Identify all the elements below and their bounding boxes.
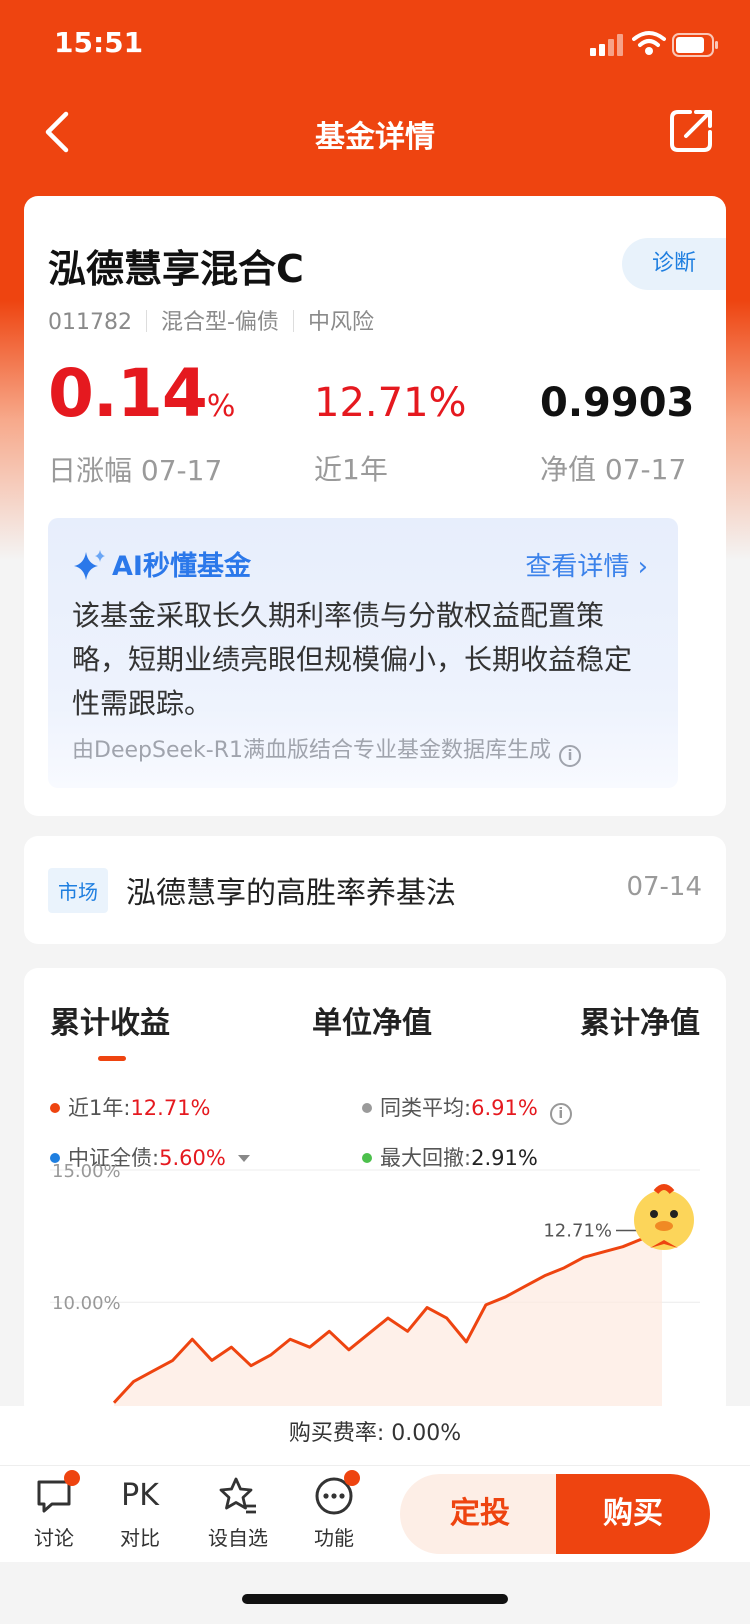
end-value-label: 12.71% [543, 1221, 612, 1242]
daily-change-stat: 0.14% 日涨幅 07-17 [48, 355, 235, 489]
active-tab-indicator [98, 1056, 126, 1061]
watchlist-label: 设自选 [208, 1526, 268, 1550]
battery-icon [672, 33, 718, 57]
y-tick-label: 10.00% [52, 1293, 121, 1314]
ai-summary-title: AI秒懂基金 [72, 544, 251, 583]
fund-type: 混合型-偏债 [160, 310, 279, 335]
compare-label: 对比 [120, 1526, 160, 1550]
news-date: 07-14 [626, 872, 702, 902]
legend-peer-average: 同类平均:6.91% i [362, 1092, 572, 1125]
daily-change-label: 日涨幅 07-17 [48, 454, 223, 487]
pk-icon: PK [121, 1478, 159, 1513]
info-icon[interactable]: i [549, 1103, 572, 1125]
compare-button[interactable]: PK 对比 [108, 1476, 172, 1551]
ai-title-text: AI秒懂基金 [112, 551, 251, 582]
page-title: 基金详情 [315, 120, 435, 155]
legend-one-year: 近1年:12.71% [50, 1092, 211, 1122]
notification-dot [64, 1470, 80, 1486]
home-indicator [242, 1594, 508, 1604]
buy-button[interactable]: 购买 [556, 1474, 710, 1554]
nav-label: 净值 07-17 [540, 453, 687, 486]
sparkle-icon [74, 550, 105, 580]
more-functions-button[interactable]: 功能 [302, 1470, 366, 1551]
fund-code: 011782 [48, 310, 132, 335]
news-tag: 市场 [48, 868, 108, 913]
performance-chart[interactable]: 15.00% 10.00% 12.71% [24, 1158, 726, 1418]
tab-cumulative-nav[interactable]: 累计净值 [580, 998, 700, 1042]
ai-footnote: 由DeepSeek-R1满血版结合专业基金数据库生成 i [72, 732, 581, 767]
y-tick-label: 15.00% [52, 1161, 121, 1182]
ai-footnote-text: 由DeepSeek-R1满血版结合专业基金数据库生成 [72, 738, 551, 763]
performance-chart-card: 累计收益 单位净值 累计净值 近1年:12.71% 同类平均:6.91% i 中证… [24, 968, 726, 1418]
auto-invest-button[interactable]: 定投 [400, 1474, 560, 1554]
news-title: 泓德慧享的高胜率养基法 [126, 876, 456, 911]
year-return-label: 近1年 [314, 453, 388, 486]
star-icon [219, 1477, 256, 1514]
purchase-fee: 购买费率: 0.00% [0, 1406, 750, 1466]
daily-change-value: 0.14 [48, 355, 208, 432]
fund-meta: 011782 混合型-偏债 中风险 [48, 304, 374, 336]
info-icon[interactable]: i [558, 745, 581, 767]
signal-icon [590, 34, 623, 56]
divider [292, 310, 294, 332]
chart-tabs: 累计收益 单位净值 累计净值 [24, 998, 726, 1078]
year-return-value: 12.71% [314, 380, 467, 426]
fund-name: 泓德慧享混合C [48, 247, 304, 291]
news-card[interactable]: 市场 泓德慧享的高胜率养基法 07-14 [24, 836, 726, 944]
view-details-link[interactable]: 查看详情 › [525, 546, 648, 583]
legend-value: 12.71% [130, 1096, 211, 1120]
nav-bar: 基金详情 [0, 96, 750, 168]
legend-dot [362, 1103, 372, 1113]
fund-summary-card: 泓德慧享混合C 诊断 011782 混合型-偏债 中风险 0.14% 日涨幅 07-… [24, 196, 726, 816]
share-icon[interactable] [668, 106, 716, 154]
fund-risk: 中风险 [307, 310, 374, 335]
divider [145, 310, 147, 332]
nav-value: 0.9903 [540, 380, 695, 426]
nav-stat: 0.9903 净值 07-17 [540, 374, 694, 488]
legend-label: 近1年: [68, 1096, 131, 1120]
wifi-icon [632, 31, 666, 55]
functions-label: 功能 [314, 1526, 354, 1550]
notification-dot [344, 1470, 360, 1486]
tab-cumulative-return[interactable]: 累计收益 [50, 998, 170, 1042]
mascot-icon[interactable] [634, 1184, 694, 1250]
year-return-stat: 12.71% 近1年 [314, 374, 467, 488]
status-bar: 15:51 [0, 0, 750, 90]
daily-change-unit: % [206, 389, 235, 424]
legend-dot [50, 1103, 60, 1113]
status-time: 15:51 [54, 26, 144, 59]
legend-value: 6.91% [471, 1096, 538, 1120]
discussion-button[interactable]: 讨论 [22, 1470, 86, 1551]
tab-unit-nav[interactable]: 单位净值 [312, 998, 432, 1042]
legend-label: 同类平均: [380, 1096, 472, 1120]
discussion-label: 讨论 [34, 1526, 74, 1550]
ai-summary-text: 该基金采取长久期利率债与分散权益配置策略，短期业绩亮眼但规模偏小，长期收益稳定性… [72, 599, 633, 720]
ai-summary-box[interactable]: AI秒懂基金 查看详情 › 该基金采取长久期利率债与分散权益配置策略，短期业绩亮… [48, 518, 678, 788]
add-watchlist-button[interactable]: 设自选 [206, 1476, 270, 1551]
bottom-action-bar: 讨论 PK 对比 设自选 功能 定投 购买 [0, 1466, 750, 1562]
diagnose-button[interactable]: 诊断 [622, 238, 726, 290]
